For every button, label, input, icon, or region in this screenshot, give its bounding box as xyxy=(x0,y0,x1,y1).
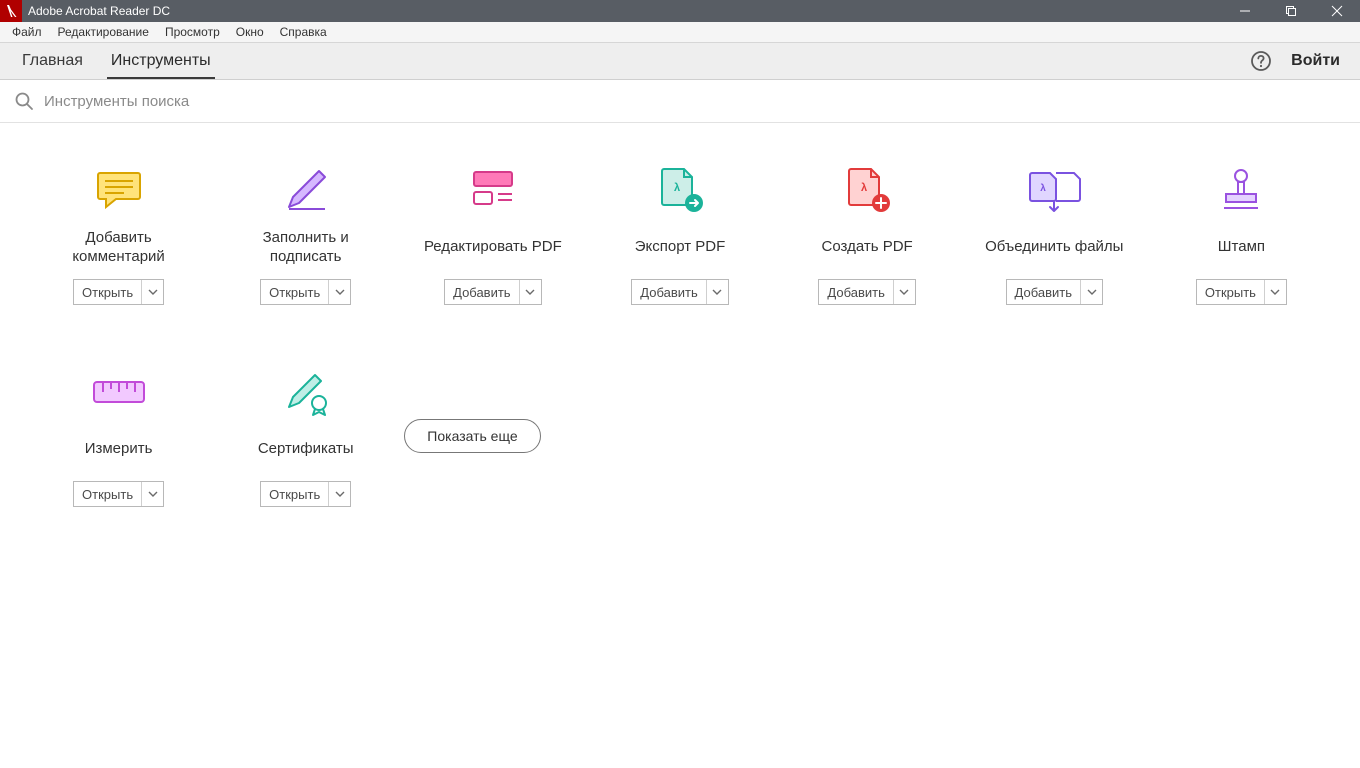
close-button[interactable] xyxy=(1314,0,1360,22)
svg-text:λ: λ xyxy=(1040,183,1046,194)
export-icon: λ xyxy=(654,163,706,217)
titlebar: Adobe Acrobat Reader DC xyxy=(0,0,1360,22)
tool-action-button[interactable]: Добавить xyxy=(1006,279,1103,305)
searchbar xyxy=(0,80,1360,123)
tool-label: Создать PDF xyxy=(822,227,913,267)
signin-button[interactable]: Войти xyxy=(1279,43,1352,79)
create-icon: λ xyxy=(841,163,893,217)
combine-icon: λ xyxy=(1026,163,1082,217)
measure-icon xyxy=(91,365,147,419)
menu-help[interactable]: Справка xyxy=(272,22,335,43)
app-icon xyxy=(0,0,22,22)
tool-label: Штамп xyxy=(1218,227,1265,267)
tool-edit-pdf[interactable]: Редактировать PDF Добавить xyxy=(404,163,581,305)
tool-action-button[interactable]: Открыть xyxy=(1196,279,1287,305)
tool-certificates[interactable]: Сертификаты Открыть xyxy=(217,365,394,507)
tool-label: Сертификаты xyxy=(258,429,354,469)
tool-comment[interactable]: Добавить комментарий Открыть xyxy=(30,163,207,305)
editpdf-icon xyxy=(468,163,518,217)
tool-create-pdf[interactable]: λ Создать PDF Добавить xyxy=(779,163,956,305)
tool-label: Добавить комментарий xyxy=(72,227,164,267)
tools-grid: Добавить комментарий Открыть Заполнить и… xyxy=(30,163,1330,507)
menu-file[interactable]: Файл xyxy=(4,22,50,43)
search-input[interactable] xyxy=(44,93,444,110)
tool-action-button[interactable]: Открыть xyxy=(73,279,164,305)
chevron-down-icon[interactable] xyxy=(519,280,541,304)
chevron-down-icon[interactable] xyxy=(1080,280,1102,304)
cert-icon xyxy=(281,365,331,419)
window-title: Adobe Acrobat Reader DC xyxy=(28,4,170,18)
showmore-cell: Показать еще xyxy=(404,365,581,507)
tool-export-pdf[interactable]: λ Экспорт PDF Добавить xyxy=(591,163,768,305)
svg-text:λ: λ xyxy=(861,182,867,194)
tool-fill-sign[interactable]: Заполнить и подписать Открыть xyxy=(217,163,394,305)
tool-stamp[interactable]: Штамп Открыть xyxy=(1153,163,1330,305)
chevron-down-icon[interactable] xyxy=(328,280,350,304)
menu-edit[interactable]: Редактирование xyxy=(50,22,157,43)
tool-label: Экспорт PDF xyxy=(635,227,726,267)
tabbar: Главная Инструменты Войти xyxy=(0,43,1360,80)
chevron-down-icon[interactable] xyxy=(706,280,728,304)
tool-action-button[interactable]: Добавить xyxy=(444,279,541,305)
tool-action-button[interactable]: Добавить xyxy=(631,279,728,305)
tool-label: Объединить файлы xyxy=(985,227,1123,267)
svg-text:λ: λ xyxy=(674,182,680,194)
chevron-down-icon[interactable] xyxy=(141,280,163,304)
tool-combine[interactable]: λ Объединить файлы Добавить xyxy=(966,163,1143,305)
stamp-icon xyxy=(1218,163,1264,217)
tool-measure[interactable]: Измерить Открыть xyxy=(30,365,207,507)
search-icon xyxy=(14,91,34,111)
menubar: Файл Редактирование Просмотр Окно Справк… xyxy=(0,22,1360,43)
tool-action-button[interactable]: Открыть xyxy=(73,481,164,507)
chevron-down-icon[interactable] xyxy=(141,482,163,506)
maximize-button[interactable] xyxy=(1268,0,1314,22)
comment-icon xyxy=(94,163,144,217)
show-more-button[interactable]: Показать еще xyxy=(404,419,540,453)
tool-action-button[interactable]: Открыть xyxy=(260,279,351,305)
tools-area: Добавить комментарий Открыть Заполнить и… xyxy=(0,123,1360,507)
chevron-down-icon[interactable] xyxy=(328,482,350,506)
menu-view[interactable]: Просмотр xyxy=(157,22,228,43)
tool-label: Заполнить и подписать xyxy=(263,227,349,267)
tool-action-button[interactable]: Открыть xyxy=(260,481,351,507)
chevron-down-icon[interactable] xyxy=(893,280,915,304)
menu-window[interactable]: Окно xyxy=(228,22,272,43)
tool-label: Измерить xyxy=(85,429,153,469)
fillsign-icon xyxy=(281,163,331,217)
tab-home[interactable]: Главная xyxy=(8,43,97,79)
help-icon[interactable] xyxy=(1243,43,1279,79)
chevron-down-icon[interactable] xyxy=(1264,280,1286,304)
tool-action-button[interactable]: Добавить xyxy=(818,279,915,305)
tab-tools[interactable]: Инструменты xyxy=(97,43,225,79)
tool-label: Редактировать PDF xyxy=(424,227,562,267)
minimize-button[interactable] xyxy=(1222,0,1268,22)
